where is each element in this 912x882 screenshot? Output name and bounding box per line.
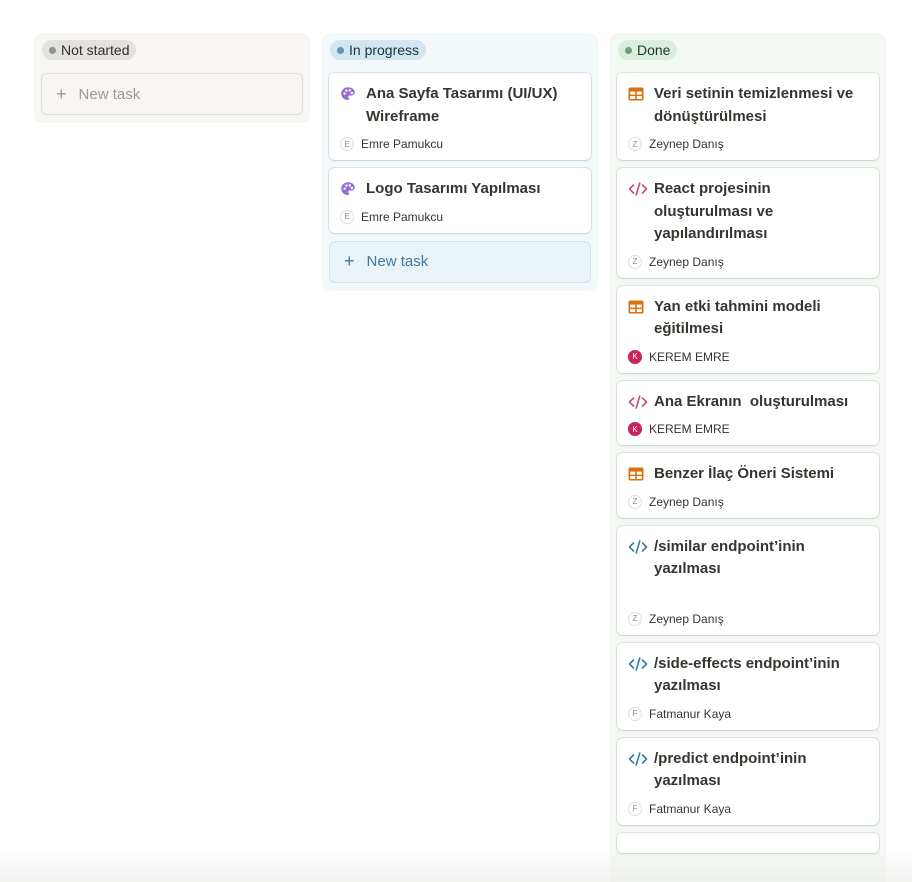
card-spacer bbox=[628, 581, 869, 603]
task-card[interactable]: Yan etki tahmini modeli eğitilmesi K KER… bbox=[617, 285, 879, 373]
code-icon bbox=[628, 748, 648, 770]
task-card[interactable]: /similar endpoint’inin yazılması Z Zeyne… bbox=[617, 525, 879, 635]
task-title: Veri setinin temizlenmesi ve dönüştürülm… bbox=[654, 85, 854, 125]
status-pill-not-started[interactable]: Not started bbox=[42, 40, 137, 60]
column-done: Done Veri setinin temizlenmesi ve dönüşt… bbox=[610, 33, 886, 882]
code-icon bbox=[628, 178, 648, 200]
avatar: F bbox=[628, 801, 642, 816]
avatar: Z bbox=[628, 611, 642, 626]
task-title: Logo Tasarımı Yapılması bbox=[366, 180, 541, 197]
assignee: Z Zeynep Danış bbox=[628, 137, 869, 151]
assignee: F Fatmanur Kaya bbox=[628, 706, 869, 721]
assignee-name: Zeynep Danış bbox=[649, 254, 724, 269]
status-dot-icon bbox=[625, 46, 632, 54]
assignee-name: Zeynep Danış bbox=[649, 494, 724, 509]
task-title: Yan etki tahmini modeli eğitilmesi bbox=[654, 297, 821, 338]
avatar: Z bbox=[628, 494, 642, 509]
assignee: K KEREM EMRE bbox=[628, 349, 869, 364]
task-card[interactable]: /predict endpoint’inin yazılması F Fatma… bbox=[617, 737, 879, 825]
column-label: Not started bbox=[61, 42, 130, 58]
task-title: React projesinin oluşturulması ve yapıla… bbox=[654, 180, 774, 242]
task-card[interactable]: Veri setinin temizlenmesi ve dönüştürülm… bbox=[617, 73, 879, 160]
new-task-label: New task bbox=[366, 253, 429, 270]
task-card[interactable]: Benzer İlaç Öneri Sistemi Z Zeynep Danış bbox=[617, 453, 879, 518]
column-label: Done bbox=[637, 42, 671, 58]
task-title: /similar endpoint’inin yazılması bbox=[654, 537, 805, 578]
assignee: Z Zeynep Danış bbox=[628, 611, 869, 626]
assignee-name: Zeynep Danış bbox=[649, 137, 724, 151]
status-pill-done[interactable]: Done bbox=[618, 40, 678, 60]
assignee: E Emre Pamukcu bbox=[340, 137, 581, 151]
task-card[interactable]: /side-effects endpoint’inin yazılması F … bbox=[617, 642, 879, 730]
table-icon bbox=[628, 296, 648, 318]
assignee: F Fatmanur Kaya bbox=[628, 801, 869, 816]
assignee-name: Fatmanur Kaya bbox=[649, 706, 732, 721]
new-task-button[interactable]: + New task bbox=[329, 240, 591, 283]
avatar: F bbox=[628, 706, 642, 721]
plus-icon: + bbox=[344, 251, 355, 271]
assignee: Z Zeynep Danış bbox=[628, 494, 869, 509]
palette-icon bbox=[340, 83, 360, 105]
kanban-board: Not started + New task In progress Ana S… bbox=[0, 0, 912, 882]
table-icon bbox=[628, 83, 648, 105]
assignee: E Emre Pamukcu bbox=[340, 209, 581, 224]
task-title: Ana Sayfa Tasarımı (UI/UX) Wireframe bbox=[366, 85, 558, 125]
assignee: K KEREM EMRE bbox=[628, 422, 869, 436]
task-title: Benzer İlaç Öneri Sistemi bbox=[654, 465, 835, 482]
status-pill-in-progress[interactable]: In progress bbox=[330, 40, 427, 60]
task-card-partial[interactable] bbox=[617, 832, 879, 853]
new-task-label: New task bbox=[78, 85, 141, 103]
plus-icon: + bbox=[56, 83, 67, 104]
column-in-progress: In progress Ana Sayfa Tasarımı (UI/UX) W… bbox=[322, 33, 598, 291]
column-label: In progress bbox=[349, 42, 420, 58]
task-card[interactable]: React projesinin oluşturulması ve yapıla… bbox=[617, 168, 879, 278]
task-card[interactable]: Ana Ekranın oluşturulması K KEREM EMRE bbox=[617, 380, 879, 445]
avatar: Z bbox=[628, 254, 642, 269]
task-card[interactable]: Ana Sayfa Tasarımı (UI/UX) Wireframe E E… bbox=[329, 73, 591, 160]
task-card[interactable]: Logo Tasarımı Yapılması E Emre Pamukcu bbox=[329, 168, 591, 233]
assignee: Z Zeynep Danış bbox=[628, 254, 869, 269]
avatar: K bbox=[628, 349, 642, 364]
assignee-name: KEREM EMRE bbox=[649, 422, 730, 436]
task-title: /predict endpoint’inin yazılması bbox=[654, 749, 807, 790]
assignee-name: Emre Pamukcu bbox=[361, 209, 444, 224]
assignee-name: Fatmanur Kaya bbox=[649, 801, 732, 816]
task-title: Ana Ekranın oluşturulması bbox=[654, 392, 849, 410]
avatar: Z bbox=[628, 137, 642, 151]
status-dot-icon bbox=[49, 46, 56, 54]
avatar: E bbox=[340, 137, 354, 151]
table-icon bbox=[628, 463, 648, 485]
task-title: /side-effects endpoint’inin yazılması bbox=[654, 654, 840, 695]
column-not-started: Not started + New task bbox=[34, 33, 310, 123]
code-icon bbox=[628, 536, 648, 558]
assignee-name: Emre Pamukcu bbox=[361, 137, 444, 151]
new-task-button[interactable]: + New task bbox=[41, 73, 303, 115]
avatar: E bbox=[340, 209, 354, 224]
status-dot-icon bbox=[337, 46, 344, 54]
avatar: K bbox=[628, 422, 642, 436]
palette-icon bbox=[340, 178, 360, 200]
code-icon bbox=[628, 653, 648, 675]
assignee-name: Zeynep Danış bbox=[649, 611, 724, 626]
assignee-name: KEREM EMRE bbox=[649, 349, 730, 364]
code-icon bbox=[628, 391, 648, 413]
